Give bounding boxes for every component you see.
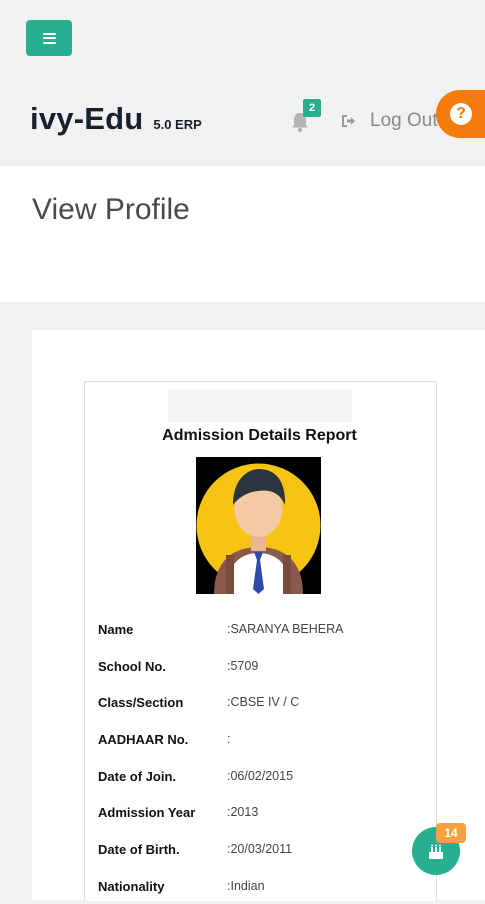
student-details: Name :SARANYA BEHERA School No. :5709 Cl… [98,610,428,904]
detail-value: :06/02/2015 [227,768,294,783]
detail-label: Name [98,622,134,637]
detail-value: :CBSE IV / C [227,695,300,710]
help-button[interactable]: ? [436,90,485,138]
detail-row: Name :SARANYA BEHERA [98,610,428,647]
detail-row: Admission Year :2013 [98,793,428,830]
question-icon: ? [450,103,472,125]
detail-value: :2013 [227,805,259,820]
top-bar [0,0,485,165]
menu-toggle-button[interactable] [26,20,72,56]
detail-label: Date of Join. [98,768,177,784]
detail-row: Date of Birth. :20/03/2011 [98,830,428,867]
school-logo [168,389,352,422]
detail-value: : [227,732,231,747]
student-avatar [196,457,321,594]
detail-value: :Indian [227,878,265,893]
brand-version: 5.0 ERP [153,117,202,132]
detail-label: Admission Year [98,805,196,821]
detail-label: Nationality [98,878,165,894]
cake-icon [429,844,443,859]
birthday-count-badge: 14 [436,823,466,843]
detail-value: :20/03/2011 [227,842,293,857]
title-panel [0,166,485,302]
detail-value: :5709 [227,658,259,673]
detail-row: Class/Section :CBSE IV / C [98,683,428,720]
brand-name: ivy-Edu [30,101,144,136]
detail-row: Nationality :Indian [98,867,428,904]
detail-label: School No. [98,658,166,674]
detail-row: School No. :5709 [98,647,428,684]
detail-row: AADHAAR No. : [98,720,428,757]
report-title: Admission Details Report [162,427,357,444]
menu-icon [42,32,56,44]
brand-logo[interactable]: ivy-Edu 5.0 ERP [30,101,202,137]
detail-label: Date of Birth. [98,842,180,858]
detail-row: Date of Join. :06/02/2015 [98,757,428,794]
logout-icon [342,115,355,127]
detail-label: AADHAAR No. [98,732,189,748]
notification-badge: 2 [303,99,321,117]
detail-label: Class/Section [98,695,184,711]
logout-label: Log Out [370,110,438,131]
page-title: View Profile [32,193,190,226]
detail-value: :SARANYA BEHERA [227,622,344,636]
logout-button[interactable]: Log Out [340,110,438,132]
